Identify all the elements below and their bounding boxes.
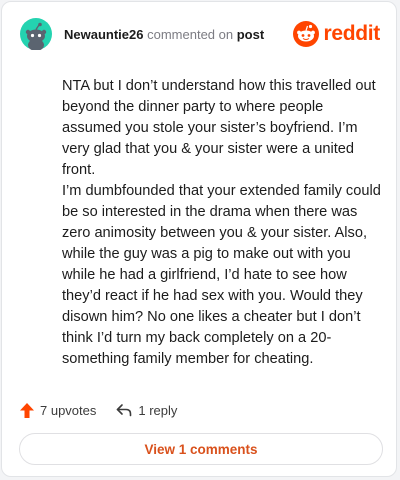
comment-header: Newauntie26 commented on post reddit xyxy=(20,18,380,51)
upvote-count: 7 upvotes xyxy=(40,402,97,418)
comment-byline: Newauntie26 commented on post xyxy=(64,27,264,42)
reply-button[interactable]: 1 reply xyxy=(116,403,177,418)
comment-paragraph-1: NTA but I don’t understand how this trav… xyxy=(62,78,376,178)
action-text: commented on xyxy=(147,27,234,42)
view-comments-button[interactable]: View 1 comments xyxy=(19,433,383,465)
reply-arrow-icon xyxy=(117,404,132,417)
reddit-logo-icon xyxy=(293,21,320,47)
comment-actions: 7 upvotes 1 reply xyxy=(20,400,177,420)
upvote-button[interactable]: 7 upvotes xyxy=(20,402,97,418)
reddit-wordmark: reddit xyxy=(323,22,380,45)
comment-paragraph-2: I’m dumbfounded that your extended famil… xyxy=(62,183,381,367)
post-link[interactable]: post xyxy=(237,27,264,42)
reply-count: 1 reply xyxy=(138,402,178,418)
comment-card: Newauntie26 commented on post reddit NTA… xyxy=(1,1,397,477)
reddit-logo[interactable]: reddit xyxy=(293,21,380,47)
upvote-arrow-icon xyxy=(20,402,34,418)
username-link[interactable]: Newauntie26 xyxy=(64,27,143,42)
comment-body: NTA but I don’t understand how this trav… xyxy=(62,76,384,370)
user-avatar-icon[interactable] xyxy=(20,18,52,51)
